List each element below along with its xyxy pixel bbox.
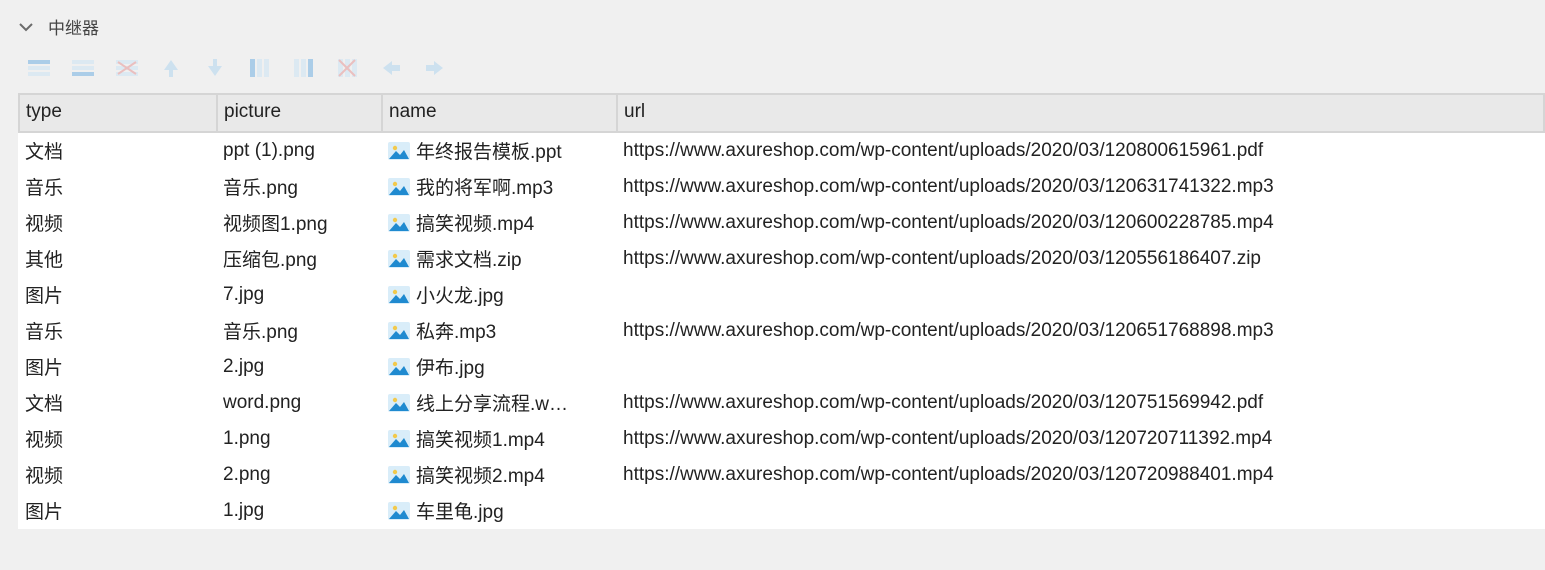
cell-type[interactable]: 音乐: [19, 169, 217, 205]
cell-type[interactable]: 视频: [19, 205, 217, 241]
col-header-url[interactable]: url: [617, 94, 1544, 132]
image-icon: [388, 286, 410, 304]
cell-url[interactable]: https://www.axureshop.com/wp-content/upl…: [617, 421, 1544, 457]
add-col-left-icon[interactable]: [246, 57, 272, 79]
move-up-icon[interactable]: [158, 57, 184, 79]
table-row[interactable]: 视频2.png 搞笑视频2.mp4 https://www.axureshop.co…: [19, 457, 1544, 493]
cell-name[interactable]: 搞笑视频2.mp4: [382, 457, 617, 493]
cell-type[interactable]: 文档: [19, 132, 217, 169]
cell-name-text: 需求文档.zip: [416, 245, 522, 272]
cell-url[interactable]: [617, 493, 1544, 529]
delete-row-icon[interactable]: [114, 57, 140, 79]
cell-picture[interactable]: 2.jpg: [217, 349, 382, 385]
cell-type[interactable]: 图片: [19, 349, 217, 385]
image-icon: [388, 178, 410, 196]
cell-type[interactable]: 视频: [19, 457, 217, 493]
header-row: type picture name url: [19, 94, 1544, 132]
table-row[interactable]: 视频视频图1.png 搞笑视频.mp4 https://www.axureshop.…: [19, 205, 1544, 241]
cell-url[interactable]: [617, 277, 1544, 313]
image-icon: [388, 250, 410, 268]
cell-picture[interactable]: 视频图1.png: [217, 205, 382, 241]
cell-name-text: 车里龟.jpg: [416, 497, 504, 524]
cell-name-text: 年终报告模板.ppt: [416, 137, 562, 164]
table-row[interactable]: 图片2.jpg 伊布.jpg: [19, 349, 1544, 385]
cell-name[interactable]: 私奔.mp3: [382, 313, 617, 349]
add-col-right-icon[interactable]: [290, 57, 316, 79]
image-icon: [388, 214, 410, 232]
table-row[interactable]: 视频1.png 搞笑视频1.mp4 https://www.axureshop.co…: [19, 421, 1544, 457]
cell-picture[interactable]: 2.png: [217, 457, 382, 493]
cell-name-text: 搞笑视频2.mp4: [416, 461, 545, 488]
cell-name-text: 伊布.jpg: [416, 353, 485, 380]
image-icon: [388, 322, 410, 340]
cell-picture[interactable]: 压缩包.png: [217, 241, 382, 277]
delete-col-icon[interactable]: [334, 57, 360, 79]
col-header-picture[interactable]: picture: [217, 94, 382, 132]
table-row[interactable]: 音乐音乐.png 我的将军啊.mp3 https://www.axureshop.c…: [19, 169, 1544, 205]
cell-name-text: 搞笑视频1.mp4: [416, 425, 545, 452]
table-row[interactable]: 音乐音乐.png 私奔.mp3 https://www.axureshop.com/…: [19, 313, 1544, 349]
cell-url[interactable]: [617, 349, 1544, 385]
cell-url[interactable]: https://www.axureshop.com/wp-content/upl…: [617, 457, 1544, 493]
cell-url[interactable]: https://www.axureshop.com/wp-content/upl…: [617, 313, 1544, 349]
cell-type[interactable]: 图片: [19, 493, 217, 529]
add-row-above-icon[interactable]: [26, 57, 52, 79]
cell-name-text: 搞笑视频.mp4: [416, 209, 534, 236]
cell-name[interactable]: 搞笑视频1.mp4: [382, 421, 617, 457]
table-row[interactable]: 文档word.png 线上分享流程.w… https://www.axureshop…: [19, 385, 1544, 421]
cell-url[interactable]: https://www.axureshop.com/wp-content/upl…: [617, 205, 1544, 241]
table-row[interactable]: 图片7.jpg 小火龙.jpg: [19, 277, 1544, 313]
cell-url[interactable]: https://www.axureshop.com/wp-content/upl…: [617, 132, 1544, 169]
repeater-panel: 中继器: [0, 0, 1545, 529]
cell-name-text: 我的将军啊.mp3: [416, 173, 553, 200]
cell-name-text: 线上分享流程.w…: [416, 389, 568, 416]
table-row[interactable]: 其他压缩包.png 需求文档.zip https://www.axureshop.c…: [19, 241, 1544, 277]
move-right-icon[interactable]: [422, 57, 448, 79]
add-row-below-icon[interactable]: [70, 57, 96, 79]
cell-name[interactable]: 搞笑视频.mp4: [382, 205, 617, 241]
table-row[interactable]: 图片1.jpg 车里龟.jpg: [19, 493, 1544, 529]
cell-picture[interactable]: 1.jpg: [217, 493, 382, 529]
move-left-icon[interactable]: [378, 57, 404, 79]
col-header-name[interactable]: name: [382, 94, 617, 132]
cell-picture[interactable]: 音乐.png: [217, 169, 382, 205]
panel-title: 中继器: [48, 14, 99, 39]
image-icon: [388, 142, 410, 160]
image-icon: [388, 394, 410, 412]
cell-name[interactable]: 线上分享流程.w…: [382, 385, 617, 421]
cell-picture[interactable]: 1.png: [217, 421, 382, 457]
cell-type[interactable]: 文档: [19, 385, 217, 421]
repeater-table[interactable]: type picture name url 文档ppt (1).png年终报告模…: [18, 93, 1545, 529]
cell-name[interactable]: 我的将军啊.mp3: [382, 169, 617, 205]
cell-name-text: 小火龙.jpg: [416, 281, 504, 308]
repeater-toolbar: [0, 47, 1545, 93]
cell-picture[interactable]: 7.jpg: [217, 277, 382, 313]
cell-url[interactable]: https://www.axureshop.com/wp-content/upl…: [617, 169, 1544, 205]
image-icon: [388, 466, 410, 484]
cell-type[interactable]: 图片: [19, 277, 217, 313]
grid-wrap: type picture name url 文档ppt (1).png年终报告模…: [0, 93, 1545, 529]
cell-name-text: 私奔.mp3: [416, 317, 496, 344]
cell-url[interactable]: https://www.axureshop.com/wp-content/upl…: [617, 385, 1544, 421]
cell-name[interactable]: 年终报告模板.ppt: [382, 132, 617, 169]
cell-type[interactable]: 音乐: [19, 313, 217, 349]
image-icon: [388, 502, 410, 520]
cell-picture[interactable]: ppt (1).png: [217, 132, 382, 169]
cell-type[interactable]: 其他: [19, 241, 217, 277]
cell-name[interactable]: 小火龙.jpg: [382, 277, 617, 313]
chevron-down-icon: [18, 19, 34, 35]
cell-picture[interactable]: word.png: [217, 385, 382, 421]
image-icon: [388, 358, 410, 376]
cell-name[interactable]: 需求文档.zip: [382, 241, 617, 277]
image-icon: [388, 430, 410, 448]
table-row[interactable]: 文档ppt (1).png 年终报告模板.ppt https://www.axure…: [19, 132, 1544, 169]
col-header-type[interactable]: type: [19, 94, 217, 132]
cell-type[interactable]: 视频: [19, 421, 217, 457]
move-down-icon[interactable]: [202, 57, 228, 79]
cell-picture[interactable]: 音乐.png: [217, 313, 382, 349]
cell-name[interactable]: 伊布.jpg: [382, 349, 617, 385]
panel-header[interactable]: 中继器: [0, 0, 1545, 47]
cell-url[interactable]: https://www.axureshop.com/wp-content/upl…: [617, 241, 1544, 277]
cell-name[interactable]: 车里龟.jpg: [382, 493, 617, 529]
